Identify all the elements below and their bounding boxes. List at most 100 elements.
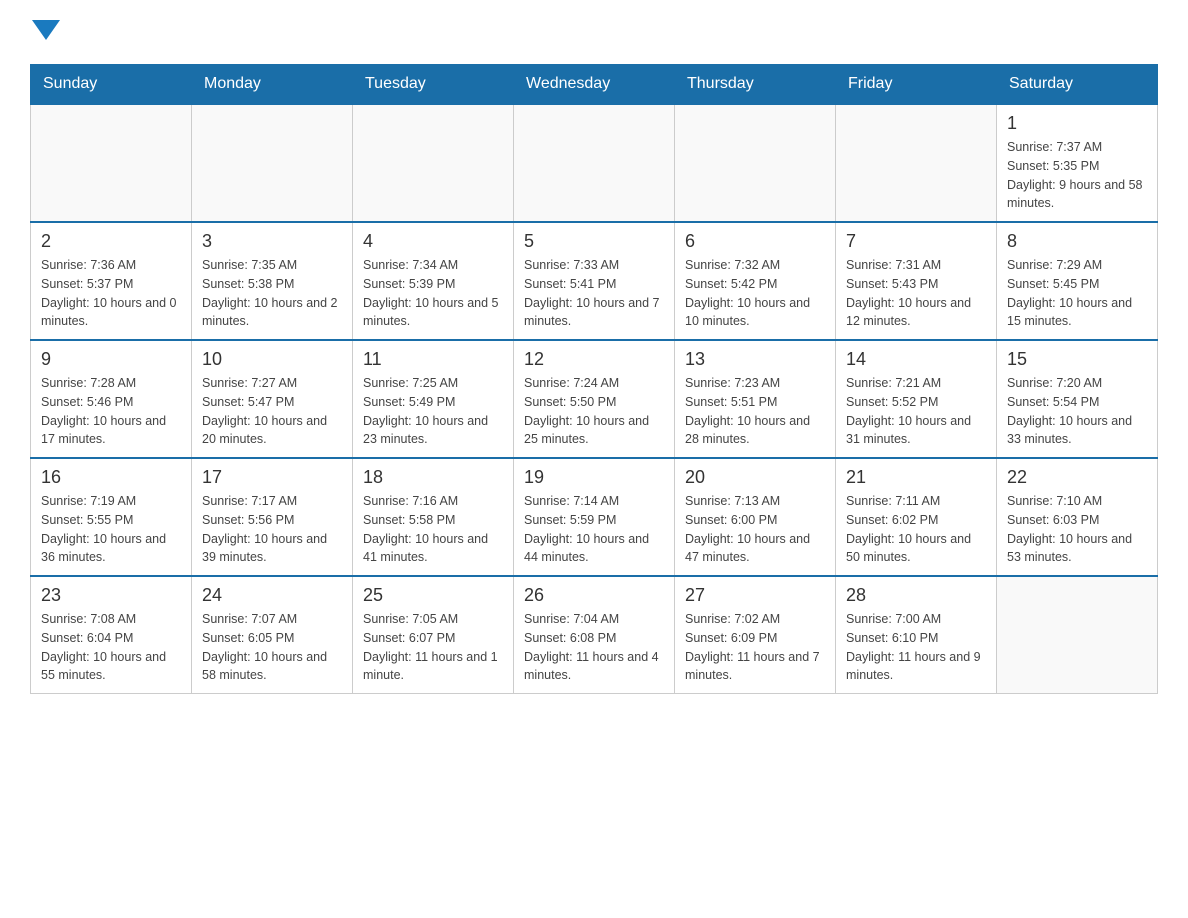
day-info: Sunrise: 7:19 AM Sunset: 5:55 PM Dayligh… [41, 492, 181, 567]
day-info: Sunrise: 7:24 AM Sunset: 5:50 PM Dayligh… [524, 374, 664, 449]
day-number: 8 [1007, 231, 1147, 252]
day-info: Sunrise: 7:16 AM Sunset: 5:58 PM Dayligh… [363, 492, 503, 567]
calendar-cell: 26Sunrise: 7:04 AM Sunset: 6:08 PM Dayli… [514, 576, 675, 694]
calendar-cell [514, 104, 675, 222]
day-info: Sunrise: 7:27 AM Sunset: 5:47 PM Dayligh… [202, 374, 342, 449]
calendar-cell: 22 Sunrise: 7:10 AM Sunset: 6:03 PM Dayli… [997, 458, 1158, 576]
weekday-header-thursday: Thursday [675, 65, 836, 105]
day-info: Sunrise: 7:13 AM Sunset: 6:00 PM Dayligh… [685, 492, 825, 567]
calendar-body: 1 Sunrise: 7:37 AM Sunset: 5:35 PM Daylig… [31, 104, 1158, 694]
calendar-cell: 6Sunrise: 7:32 AM Sunset: 5:42 PM Daylig… [675, 222, 836, 340]
weekday-header-monday: Monday [192, 65, 353, 105]
day-number: 12 [524, 349, 664, 370]
calendar-cell: 14 Sunrise: 7:21 AM Sunset: 5:52 PM Dayli… [836, 340, 997, 458]
calendar-cell: 3 Sunrise: 7:35 AM Sunset: 5:38 PM Daylig… [192, 222, 353, 340]
calendar-cell [353, 104, 514, 222]
calendar-cell [997, 576, 1158, 694]
calendar-cell: 12 Sunrise: 7:24 AM Sunset: 5:50 PM Dayli… [514, 340, 675, 458]
calendar-week-1: 1 Sunrise: 7:37 AM Sunset: 5:35 PM Daylig… [31, 104, 1158, 222]
calendar-cell: 19 Sunrise: 7:14 AM Sunset: 5:59 PM Dayli… [514, 458, 675, 576]
calendar-cell: 8 Sunrise: 7:29 AM Sunset: 5:45 PM Daylig… [997, 222, 1158, 340]
calendar-table: SundayMondayTuesdayWednesdayThursdayFrid… [30, 64, 1158, 694]
calendar-cell [31, 104, 192, 222]
day-info: Sunrise: 7:23 AM Sunset: 5:51 PM Dayligh… [685, 374, 825, 449]
day-number: 9 [41, 349, 181, 370]
day-number: 24 [202, 585, 342, 606]
day-info: Sunrise: 7:17 AM Sunset: 5:56 PM Dayligh… [202, 492, 342, 567]
day-info: Sunrise: 7:10 AM Sunset: 6:03 PM Dayligh… [1007, 492, 1147, 567]
day-info: Sunrise: 7:02 AM Sunset: 6:09 PM Dayligh… [685, 610, 825, 685]
calendar-cell: 27 Sunrise: 7:02 AM Sunset: 6:09 PM Dayli… [675, 576, 836, 694]
calendar-cell [675, 104, 836, 222]
day-info: Sunrise: 7:35 AM Sunset: 5:38 PM Dayligh… [202, 256, 342, 331]
page-header [30, 20, 1158, 44]
day-number: 6 [685, 231, 825, 252]
weekday-header-saturday: Saturday [997, 65, 1158, 105]
day-number: 7 [846, 231, 986, 252]
calendar-cell: 24 Sunrise: 7:07 AM Sunset: 6:05 PM Dayli… [192, 576, 353, 694]
day-number: 13 [685, 349, 825, 370]
day-number: 21 [846, 467, 986, 488]
day-number: 16 [41, 467, 181, 488]
day-info: Sunrise: 7:04 AM Sunset: 6:08 PM Dayligh… [524, 610, 664, 685]
day-info: Sunrise: 7:28 AM Sunset: 5:46 PM Dayligh… [41, 374, 181, 449]
day-info: Sunrise: 7:20 AM Sunset: 5:54 PM Dayligh… [1007, 374, 1147, 449]
day-number: 27 [685, 585, 825, 606]
day-number: 20 [685, 467, 825, 488]
day-info: Sunrise: 7:33 AM Sunset: 5:41 PM Dayligh… [524, 256, 664, 331]
day-info: Sunrise: 7:36 AM Sunset: 5:37 PM Dayligh… [41, 256, 181, 331]
day-info: Sunrise: 7:08 AM Sunset: 6:04 PM Dayligh… [41, 610, 181, 685]
day-number: 23 [41, 585, 181, 606]
calendar-cell: 23 Sunrise: 7:08 AM Sunset: 6:04 PM Dayli… [31, 576, 192, 694]
day-info: Sunrise: 7:07 AM Sunset: 6:05 PM Dayligh… [202, 610, 342, 685]
calendar-cell: 15 Sunrise: 7:20 AM Sunset: 5:54 PM Dayli… [997, 340, 1158, 458]
calendar-week-4: 16 Sunrise: 7:19 AM Sunset: 5:55 PM Dayli… [31, 458, 1158, 576]
day-info: Sunrise: 7:34 AM Sunset: 5:39 PM Dayligh… [363, 256, 503, 331]
calendar-week-2: 2 Sunrise: 7:36 AM Sunset: 5:37 PM Daylig… [31, 222, 1158, 340]
calendar-cell: 25 Sunrise: 7:05 AM Sunset: 6:07 PM Dayli… [353, 576, 514, 694]
calendar-cell: 4 Sunrise: 7:34 AM Sunset: 5:39 PM Daylig… [353, 222, 514, 340]
day-number: 5 [524, 231, 664, 252]
calendar-header: SundayMondayTuesdayWednesdayThursdayFrid… [31, 65, 1158, 105]
day-info: Sunrise: 7:05 AM Sunset: 6:07 PM Dayligh… [363, 610, 503, 685]
calendar-cell: 13 Sunrise: 7:23 AM Sunset: 5:51 PM Dayli… [675, 340, 836, 458]
logo [30, 20, 60, 44]
calendar-cell: 28Sunrise: 7:00 AM Sunset: 6:10 PM Dayli… [836, 576, 997, 694]
day-info: Sunrise: 7:29 AM Sunset: 5:45 PM Dayligh… [1007, 256, 1147, 331]
day-number: 3 [202, 231, 342, 252]
calendar-cell [192, 104, 353, 222]
calendar-cell: 18 Sunrise: 7:16 AM Sunset: 5:58 PM Dayli… [353, 458, 514, 576]
day-number: 17 [202, 467, 342, 488]
day-info: Sunrise: 7:21 AM Sunset: 5:52 PM Dayligh… [846, 374, 986, 449]
calendar-cell: 10 Sunrise: 7:27 AM Sunset: 5:47 PM Dayli… [192, 340, 353, 458]
logo-triangle-icon [32, 20, 60, 40]
day-info: Sunrise: 7:14 AM Sunset: 5:59 PM Dayligh… [524, 492, 664, 567]
day-number: 4 [363, 231, 503, 252]
calendar-week-3: 9 Sunrise: 7:28 AM Sunset: 5:46 PM Daylig… [31, 340, 1158, 458]
day-number: 2 [41, 231, 181, 252]
day-number: 19 [524, 467, 664, 488]
calendar-cell: 2 Sunrise: 7:36 AM Sunset: 5:37 PM Daylig… [31, 222, 192, 340]
day-number: 14 [846, 349, 986, 370]
calendar-cell: 16 Sunrise: 7:19 AM Sunset: 5:55 PM Dayli… [31, 458, 192, 576]
calendar-cell: 9 Sunrise: 7:28 AM Sunset: 5:46 PM Daylig… [31, 340, 192, 458]
day-info: Sunrise: 7:25 AM Sunset: 5:49 PM Dayligh… [363, 374, 503, 449]
weekday-header-wednesday: Wednesday [514, 65, 675, 105]
day-info: Sunrise: 7:37 AM Sunset: 5:35 PM Dayligh… [1007, 138, 1147, 213]
day-number: 10 [202, 349, 342, 370]
calendar-cell [836, 104, 997, 222]
calendar-cell: 11Sunrise: 7:25 AM Sunset: 5:49 PM Dayli… [353, 340, 514, 458]
day-number: 22 [1007, 467, 1147, 488]
weekday-header-sunday: Sunday [31, 65, 192, 105]
day-number: 25 [363, 585, 503, 606]
weekday-header-row: SundayMondayTuesdayWednesdayThursdayFrid… [31, 65, 1158, 105]
day-number: 15 [1007, 349, 1147, 370]
day-number: 1 [1007, 113, 1147, 134]
weekday-header-friday: Friday [836, 65, 997, 105]
calendar-cell: 20 Sunrise: 7:13 AM Sunset: 6:00 PM Dayli… [675, 458, 836, 576]
day-number: 28 [846, 585, 986, 606]
day-number: 18 [363, 467, 503, 488]
calendar-week-5: 23 Sunrise: 7:08 AM Sunset: 6:04 PM Dayli… [31, 576, 1158, 694]
calendar-cell: 5 Sunrise: 7:33 AM Sunset: 5:41 PM Daylig… [514, 222, 675, 340]
calendar-cell: 1 Sunrise: 7:37 AM Sunset: 5:35 PM Daylig… [997, 104, 1158, 222]
